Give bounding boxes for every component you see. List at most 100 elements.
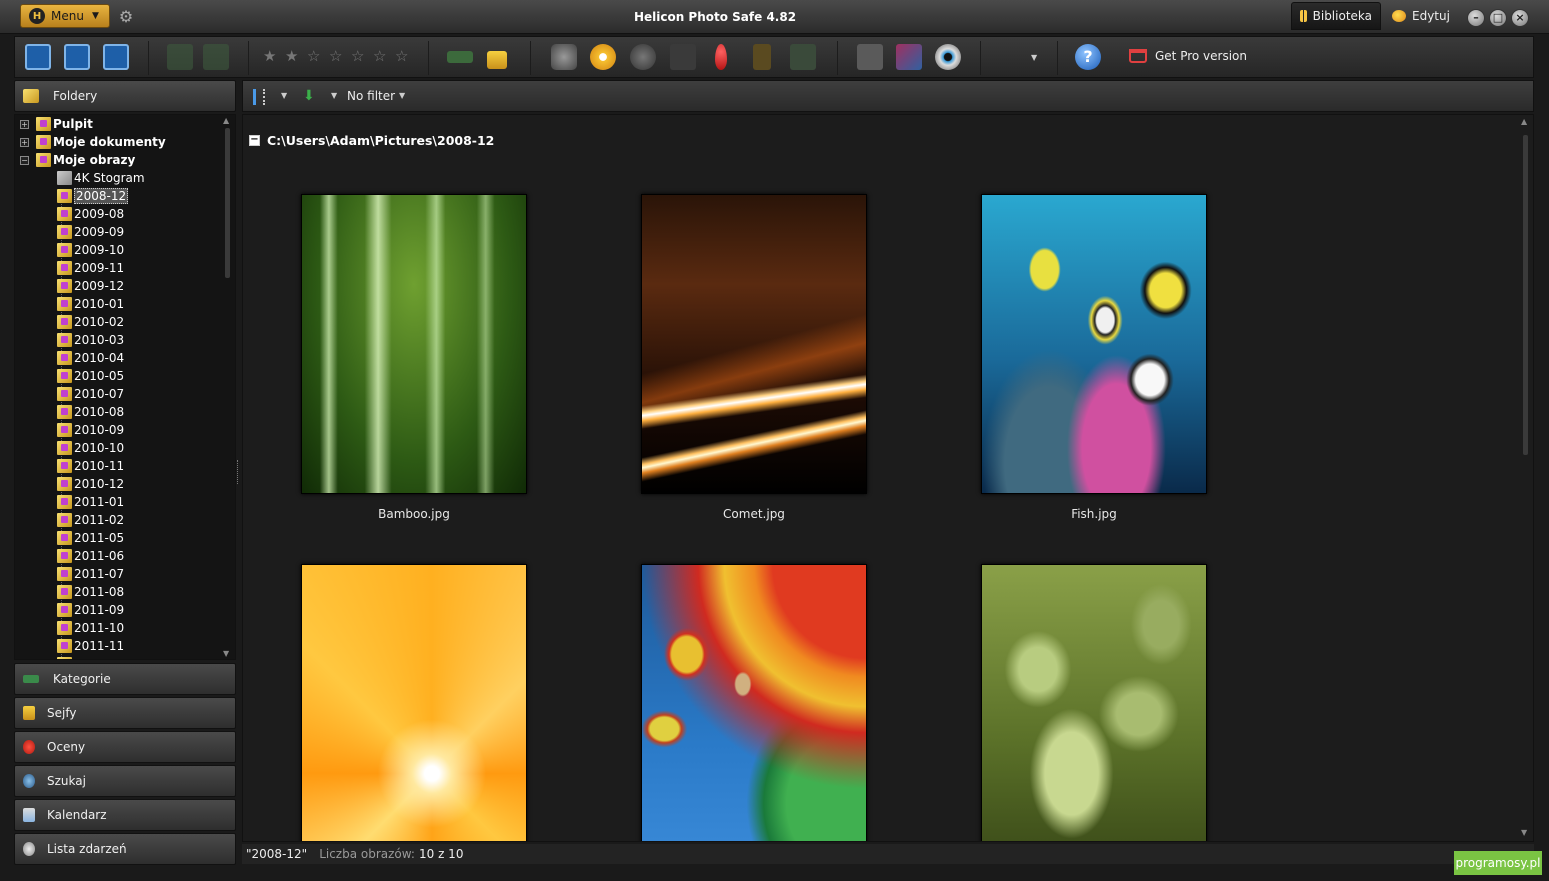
tree-item[interactable]: 2009-09: [57, 223, 124, 241]
tree-item[interactable]: 2011-02: [57, 511, 124, 529]
tree-item[interactable]: 2009-08: [57, 205, 124, 223]
folder-tree[interactable]: + Pulpit + Moje dokumenty − Moje obrazy 4K Sto…: [14, 114, 236, 660]
disc-icon[interactable]: [590, 44, 616, 70]
tree-item[interactable]: 2009-12: [57, 277, 124, 295]
minimize-button[interactable]: –: [1467, 9, 1485, 27]
tree-item[interactable]: 2011-08: [57, 583, 124, 601]
panel-header-ratings[interactable]: Oceny: [14, 731, 236, 763]
tree-item[interactable]: 2010-01: [57, 295, 124, 313]
sort-person-icon[interactable]: [753, 44, 771, 70]
tree-item[interactable]: − Moje obrazy: [20, 151, 135, 169]
scroll-up-icon[interactable]: ▲: [223, 116, 229, 125]
monitor-icon[interactable]: [670, 44, 696, 70]
collage-icon[interactable]: [896, 44, 922, 70]
chevron-down-icon[interactable]: ▼: [281, 91, 287, 100]
help-icon[interactable]: ?: [1075, 44, 1101, 70]
thumbnail[interactable]: [301, 564, 527, 841]
chevron-down-icon[interactable]: ▼: [1031, 53, 1037, 62]
tree-item[interactable]: 2011-09: [57, 601, 124, 619]
tree-item[interactable]: 4K Stogram: [57, 169, 145, 187]
layout-both-panels-icon[interactable]: [103, 44, 129, 70]
tree-item[interactable]: 2010-11: [57, 457, 124, 475]
scrollbar-thumb[interactable]: [1523, 135, 1528, 455]
tree-item[interactable]: 2011-12: [57, 655, 124, 659]
tree-item[interactable]: 2010-03: [57, 331, 124, 349]
layout-left-panel-icon[interactable]: [25, 44, 51, 70]
panel-header-calendar[interactable]: Kalendarz: [14, 799, 236, 831]
tree-item[interactable]: 2011-01: [57, 493, 124, 511]
tree-item[interactable]: 2010-12: [57, 475, 124, 493]
sort-icon[interactable]: [253, 89, 265, 105]
thumbnail[interactable]: Bamboo.jpg: [301, 194, 527, 521]
scroll-down-icon[interactable]: ▼: [223, 649, 229, 658]
thumbnail[interactable]: Fish.jpg: [981, 194, 1207, 521]
thumbnail-image[interactable]: [981, 564, 1207, 841]
webcam-icon[interactable]: [935, 44, 961, 70]
content-scrollbar[interactable]: ▲ ▼: [1519, 115, 1533, 841]
tag-icon[interactable]: [447, 51, 473, 63]
tree-list-icon[interactable]: [790, 44, 816, 70]
tree-item[interactable]: 2011-05: [57, 529, 124, 547]
menu-button[interactable]: H Menu ▼: [20, 4, 110, 28]
thumbnail[interactable]: Comet.jpg: [641, 194, 867, 521]
panel-header-search[interactable]: Szukaj: [14, 765, 236, 797]
maximize-button[interactable]: □: [1489, 9, 1507, 27]
star-rating-icon[interactable]: ☆: [351, 47, 364, 65]
get-pro-button[interactable]: Get Pro version: [1129, 49, 1247, 63]
star-rating-icon[interactable]: ☆: [329, 47, 342, 65]
globe-icon[interactable]: [630, 44, 656, 70]
star-rating-icon[interactable]: ☆: [373, 47, 386, 65]
thumbnail-image[interactable]: [301, 194, 527, 494]
import-icon[interactable]: [167, 44, 193, 70]
star-rating-icon[interactable]: ★: [285, 47, 298, 65]
tree-item[interactable]: 2009-11: [57, 259, 124, 277]
thumbnail-image[interactable]: [981, 194, 1207, 494]
thumbnail-image[interactable]: [301, 564, 527, 841]
close-button[interactable]: ×: [1511, 9, 1529, 27]
collapse-icon[interactable]: −: [20, 155, 29, 165]
filter-icon[interactable]: ⬇: [303, 89, 317, 103]
folder-group-header[interactable]: − C:\Users\Adam\Pictures\2008-12: [249, 133, 494, 148]
thumbnail[interactable]: [981, 564, 1207, 841]
layout-right-panel-icon[interactable]: [64, 44, 90, 70]
panel-splitter[interactable]: [237, 460, 240, 484]
tree-item[interactable]: 2010-07: [57, 385, 124, 403]
scroll-up-icon[interactable]: ▲: [1521, 117, 1527, 126]
star-rating-icon[interactable]: ☆: [307, 47, 320, 65]
tree-item[interactable]: 2011-07: [57, 565, 124, 583]
thumbnail-view[interactable]: − C:\Users\Adam\Pictures\2008-12 Bamboo.…: [242, 114, 1534, 842]
star-rating-icon[interactable]: ★: [263, 47, 276, 65]
tree-item[interactable]: 2008-12: [57, 187, 129, 205]
panel-header-categories[interactable]: Kategorie: [14, 663, 236, 695]
tab-library[interactable]: Biblioteka: [1291, 2, 1381, 30]
map-pin-icon[interactable]: [715, 44, 727, 70]
panel-header-folders[interactable]: Foldery: [14, 80, 236, 112]
tree-item[interactable]: 2010-09: [57, 421, 124, 439]
scroll-down-icon[interactable]: ▼: [1521, 828, 1527, 837]
collapse-icon[interactable]: −: [249, 135, 260, 146]
tree-item[interactable]: + Moje dokumenty: [20, 133, 166, 151]
tree-item[interactable]: 2010-10: [57, 439, 124, 457]
tree-item[interactable]: 2010-08: [57, 403, 124, 421]
expand-icon[interactable]: +: [20, 137, 29, 147]
tree-item[interactable]: 2010-04: [57, 349, 124, 367]
camera-icon[interactable]: [551, 44, 577, 70]
filter-dropdown[interactable]: No filter: [347, 89, 395, 103]
tree-item[interactable]: 2009-10: [57, 241, 124, 259]
panel-header-safes[interactable]: Sejfy: [14, 697, 236, 729]
panel-header-event-list[interactable]: Lista zdarzeń: [14, 833, 236, 865]
tree-item[interactable]: 2011-11: [57, 637, 124, 655]
thumbnail-image[interactable]: [641, 564, 867, 841]
export-icon[interactable]: [203, 44, 229, 70]
tab-edit[interactable]: Edytuj: [1384, 2, 1460, 30]
thumbnail-image[interactable]: [641, 194, 867, 494]
chevron-down-icon[interactable]: ▼: [331, 91, 337, 100]
gear-icon[interactable]: ⚙: [117, 8, 135, 26]
chevron-down-icon[interactable]: ▼: [399, 91, 405, 100]
tree-item[interactable]: 2010-02: [57, 313, 124, 331]
lock-icon[interactable]: [487, 51, 507, 69]
mail-icon[interactable]: [857, 44, 883, 70]
tree-item[interactable]: 2010-05: [57, 367, 124, 385]
expand-icon[interactable]: +: [20, 119, 29, 129]
thumbnail[interactable]: [641, 564, 867, 841]
